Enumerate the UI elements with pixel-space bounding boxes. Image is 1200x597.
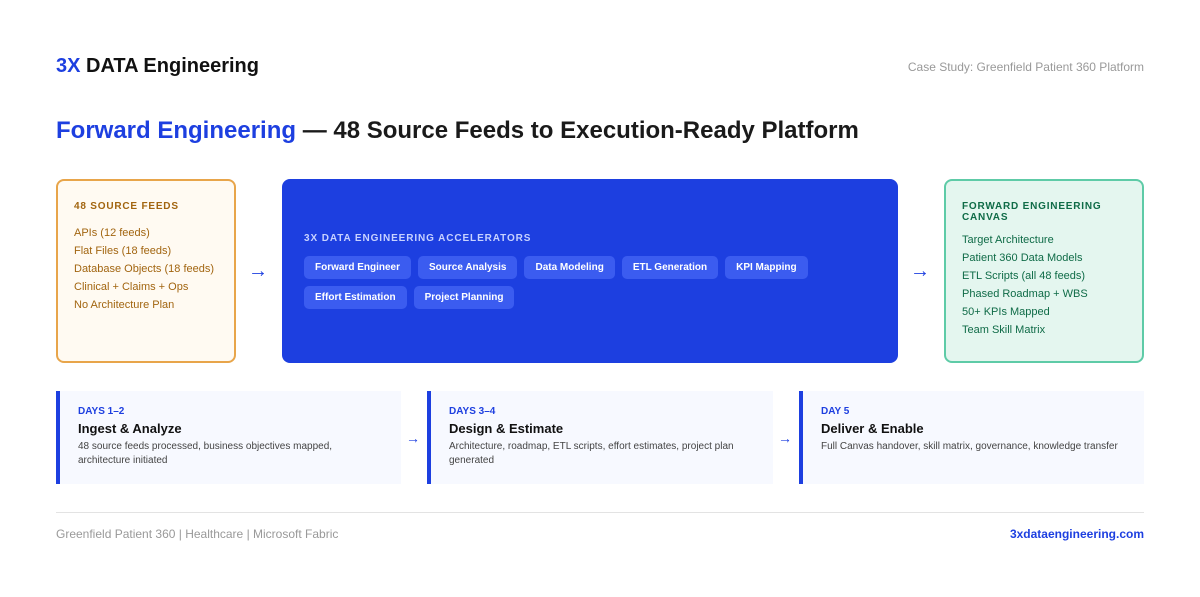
canvas-item: Team Skill Matrix [962,324,1046,336]
phase-card-ingest: DAYS 1–2 Ingest & Analyze 48 source feed… [56,391,401,484]
source-feed-item: Flat Files (18 feeds) [74,245,172,257]
flow-arrow-icon: → [910,260,930,282]
phase-days: DAYS 3–4 [449,406,496,417]
canvas-item: Phased Roadmap + WBS [962,288,1088,300]
canvas-heading: FORWARD ENGINEERING CANVAS [962,201,1102,223]
phase-card-design: DAYS 3–4 Design & Estimate Architecture,… [427,391,773,484]
accelerator-chip: Forward Engineer [304,256,412,279]
accelerator-chip: KPI Mapping [725,256,808,279]
accelerator-chip: Source Analysis [418,256,518,279]
source-feed-item: APIs (12 feeds) [74,227,150,239]
brand-logo: 3X DATA Engineering [56,55,259,78]
phase-name: Ingest & Analyze [78,421,182,436]
title-highlight: Forward Engineering [56,117,297,144]
source-feeds-heading: 48 SOURCE FEEDS [74,201,179,212]
phase-card-deliver: DAY 5 Deliver & Enable Full Canvas hando… [799,391,1144,484]
website-link[interactable]: 3xdataengineering.com [1010,527,1144,541]
phase-description: Full Canvas handover, skill matrix, gove… [821,441,1118,452]
phase-arrow-icon: → [406,430,420,446]
canvas-card: FORWARD ENGINEERING CANVAS Target Archit… [944,179,1144,363]
phase-description: 48 source feeds processed, business obje… [78,441,333,466]
accelerator-chip: Data Modeling [524,256,615,279]
title-rest: — 48 Source Feeds to Execution-Ready Pla… [296,117,859,144]
case-study-label: Case Study: Greenfield Patient 360 Platf… [907,59,1144,74]
page-title: Forward Engineering — 48 Source Feeds to… [56,117,859,145]
brand-accent: 3X [56,55,81,77]
canvas-item: 50+ KPIs Mapped [962,306,1050,318]
phase-description: Architecture, roadmap, ETL scripts, effo… [449,441,734,466]
phase-arrow-icon: → [778,430,792,446]
flow-arrow-icon: → [248,260,268,282]
accelerator-chip: Project Planning [413,286,515,309]
phase-days: DAYS 1–2 [78,406,125,417]
canvas-item: ETL Scripts (all 48 feeds) [962,270,1086,282]
source-feeds-card: 48 SOURCE FEEDS APIs (12 feeds) Flat Fil… [56,179,236,363]
source-feed-item: No Architecture Plan [74,299,175,311]
source-feed-item: Database Objects (18 feeds) [74,263,215,275]
accelerator-chip: ETL Generation [621,256,719,279]
header: 3X DATA Engineering Case Study: Greenfie… [56,55,1144,78]
phase-days: DAY 5 [821,406,850,417]
accelerator-chip: Effort Estimation [304,286,407,309]
phase-name: Design & Estimate [449,421,564,436]
brand-name: DATA Engineering [86,55,259,77]
accelerators-card: 3X DATA ENGINEERING ACCELERATORS Forward… [282,179,898,363]
canvas-item: Target Architecture [962,234,1054,246]
footer-divider [56,512,1144,513]
canvas-item: Patient 360 Data Models [962,252,1083,264]
accelerator-chips: Forward Engineer Source Analysis Data Mo… [304,256,864,309]
phase-name: Deliver & Enable [821,421,924,436]
footer-tagline: Greenfield Patient 360 | Healthcare | Mi… [56,527,339,541]
source-feed-item: Clinical + Claims + Ops [74,281,189,293]
accelerators-heading: 3X DATA ENGINEERING ACCELERATORS [304,233,532,244]
